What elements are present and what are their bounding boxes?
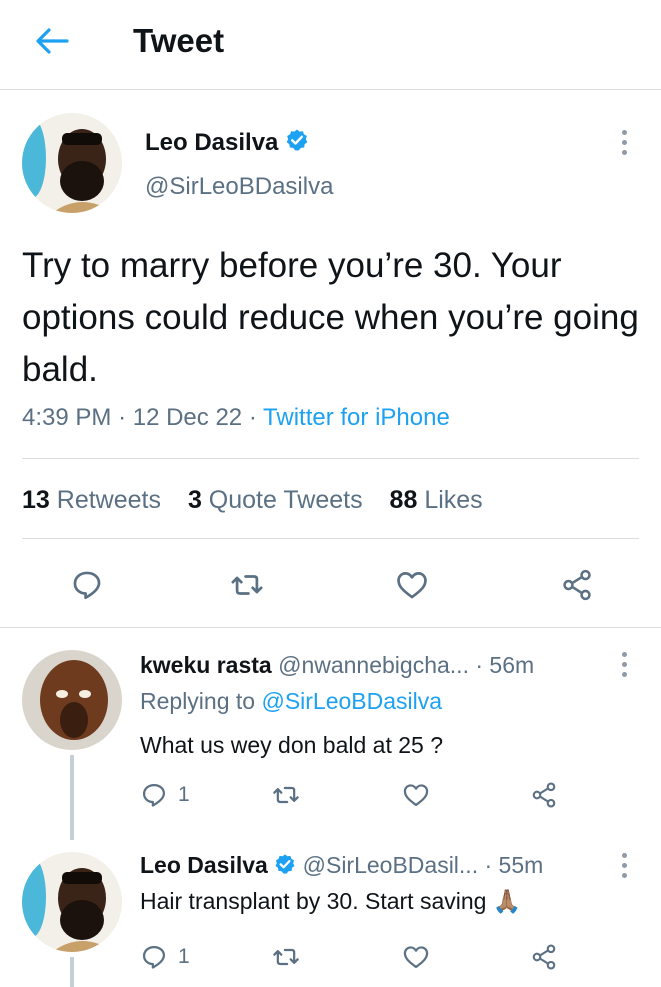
tweet-date: 12 Dec 22 — [132, 404, 243, 431]
reply-avatar[interactable] — [22, 852, 122, 952]
reply-button[interactable] — [67, 565, 107, 605]
thread-line — [70, 755, 74, 840]
quotes-label: Quote Tweets — [208, 486, 363, 514]
retweets-count: 13 — [22, 486, 50, 514]
more-options-icon[interactable] — [620, 130, 628, 155]
reply-author-handle[interactable]: @nwannebigcha... — [278, 652, 469, 678]
share-icon — [532, 944, 556, 970]
replying-to-prefix: Replying to — [140, 688, 256, 714]
like-icon — [403, 784, 429, 807]
reply-header: Leo Dasilva @SirLeoBDasil... · 55m — [140, 850, 543, 882]
quotes-stat[interactable]: 3 Quote Tweets — [188, 486, 363, 514]
reply-author-handle[interactable]: @SirLeoBDasil... — [303, 852, 478, 878]
like-icon — [397, 572, 427, 599]
replying-to-handle[interactable]: @SirLeoBDasilva — [261, 688, 442, 714]
header-divider — [0, 89, 661, 90]
verified-badge-icon — [285, 128, 309, 159]
author-avatar[interactable] — [22, 113, 122, 213]
thread-line — [70, 957, 74, 987]
retweet-button[interactable] — [272, 940, 300, 974]
share-button[interactable] — [530, 778, 558, 812]
retweet-icon — [273, 786, 299, 804]
share-icon — [532, 782, 556, 808]
divider — [0, 627, 661, 628]
author-handle[interactable]: @SirLeoBDasilva — [145, 173, 333, 201]
reply-count: 1 — [178, 945, 190, 968]
share-button[interactable] — [530, 940, 558, 974]
share-icon — [563, 569, 591, 601]
retweet-button[interactable] — [272, 778, 300, 812]
like-button[interactable] — [402, 940, 430, 974]
reply-icon — [73, 571, 101, 600]
reply-button[interactable]: 1 — [140, 940, 190, 974]
like-button[interactable] — [402, 778, 430, 812]
reply-text: Hair transplant by 30. Start saving — [140, 888, 487, 914]
tweet-stats: 13 Retweets 3 Quote Tweets 88 Likes — [22, 484, 483, 516]
share-button[interactable] — [557, 565, 597, 605]
divider — [22, 538, 639, 539]
reply-author-name[interactable]: Leo Dasilva — [140, 852, 268, 878]
retweet-icon — [231, 575, 263, 595]
more-options-icon[interactable] — [620, 652, 628, 677]
retweets-stat[interactable]: 13 Retweets — [22, 486, 161, 514]
quotes-count: 3 — [187, 486, 202, 514]
retweet-icon — [273, 948, 299, 966]
likes-count: 88 — [389, 486, 418, 514]
reply-icon — [142, 783, 166, 807]
reply-header: kweku rasta @nwannebigcha... · 56m — [140, 650, 534, 680]
retweets-label: Retweets — [56, 486, 161, 514]
retweet-button[interactable] — [227, 565, 267, 605]
likes-label: Likes — [424, 486, 483, 514]
reply-button[interactable]: 1 — [140, 778, 190, 812]
page-title: Tweet — [133, 22, 225, 59]
author-name[interactable]: Leo Dasilva — [145, 129, 278, 156]
divider — [22, 458, 639, 459]
replying-to: Replying to @SirLeoBDasilva — [140, 686, 442, 716]
praying-hands-emoji: 🙏🏽 — [492, 888, 522, 914]
likes-stat[interactable]: 88 Likes — [390, 486, 483, 514]
reply-time: · 56m — [475, 652, 535, 678]
reply-author-name[interactable]: kweku rasta — [140, 652, 272, 678]
reply-avatar[interactable] — [22, 650, 122, 750]
like-icon — [403, 946, 429, 969]
like-button[interactable] — [392, 565, 432, 605]
tweet-meta: 4:39 PM · 12 Dec 22 · Twitter for iPhone — [22, 402, 450, 434]
reply-count: 1 — [178, 783, 190, 806]
tweet-time: 4:39 PM — [22, 404, 112, 431]
reply-time: · 55m — [484, 852, 544, 878]
meta-separator: · — [118, 404, 127, 431]
reply-icon — [142, 945, 166, 969]
tweet-text: Try to marry before you’re 30. Your opti… — [22, 246, 639, 389]
reply-text: What us wey don bald at 25 ? — [140, 732, 444, 758]
meta-separator: · — [248, 404, 257, 431]
tweet-source-link[interactable]: Twitter for iPhone — [263, 404, 450, 431]
back-arrow-icon[interactable] — [34, 26, 70, 56]
verified-badge-icon — [274, 852, 296, 882]
author-name-row[interactable]: Leo Dasilva — [145, 128, 309, 159]
reply-text-row: Hair transplant by 30. Start saving 🙏🏽 — [140, 886, 521, 916]
more-options-icon[interactable] — [620, 853, 628, 878]
